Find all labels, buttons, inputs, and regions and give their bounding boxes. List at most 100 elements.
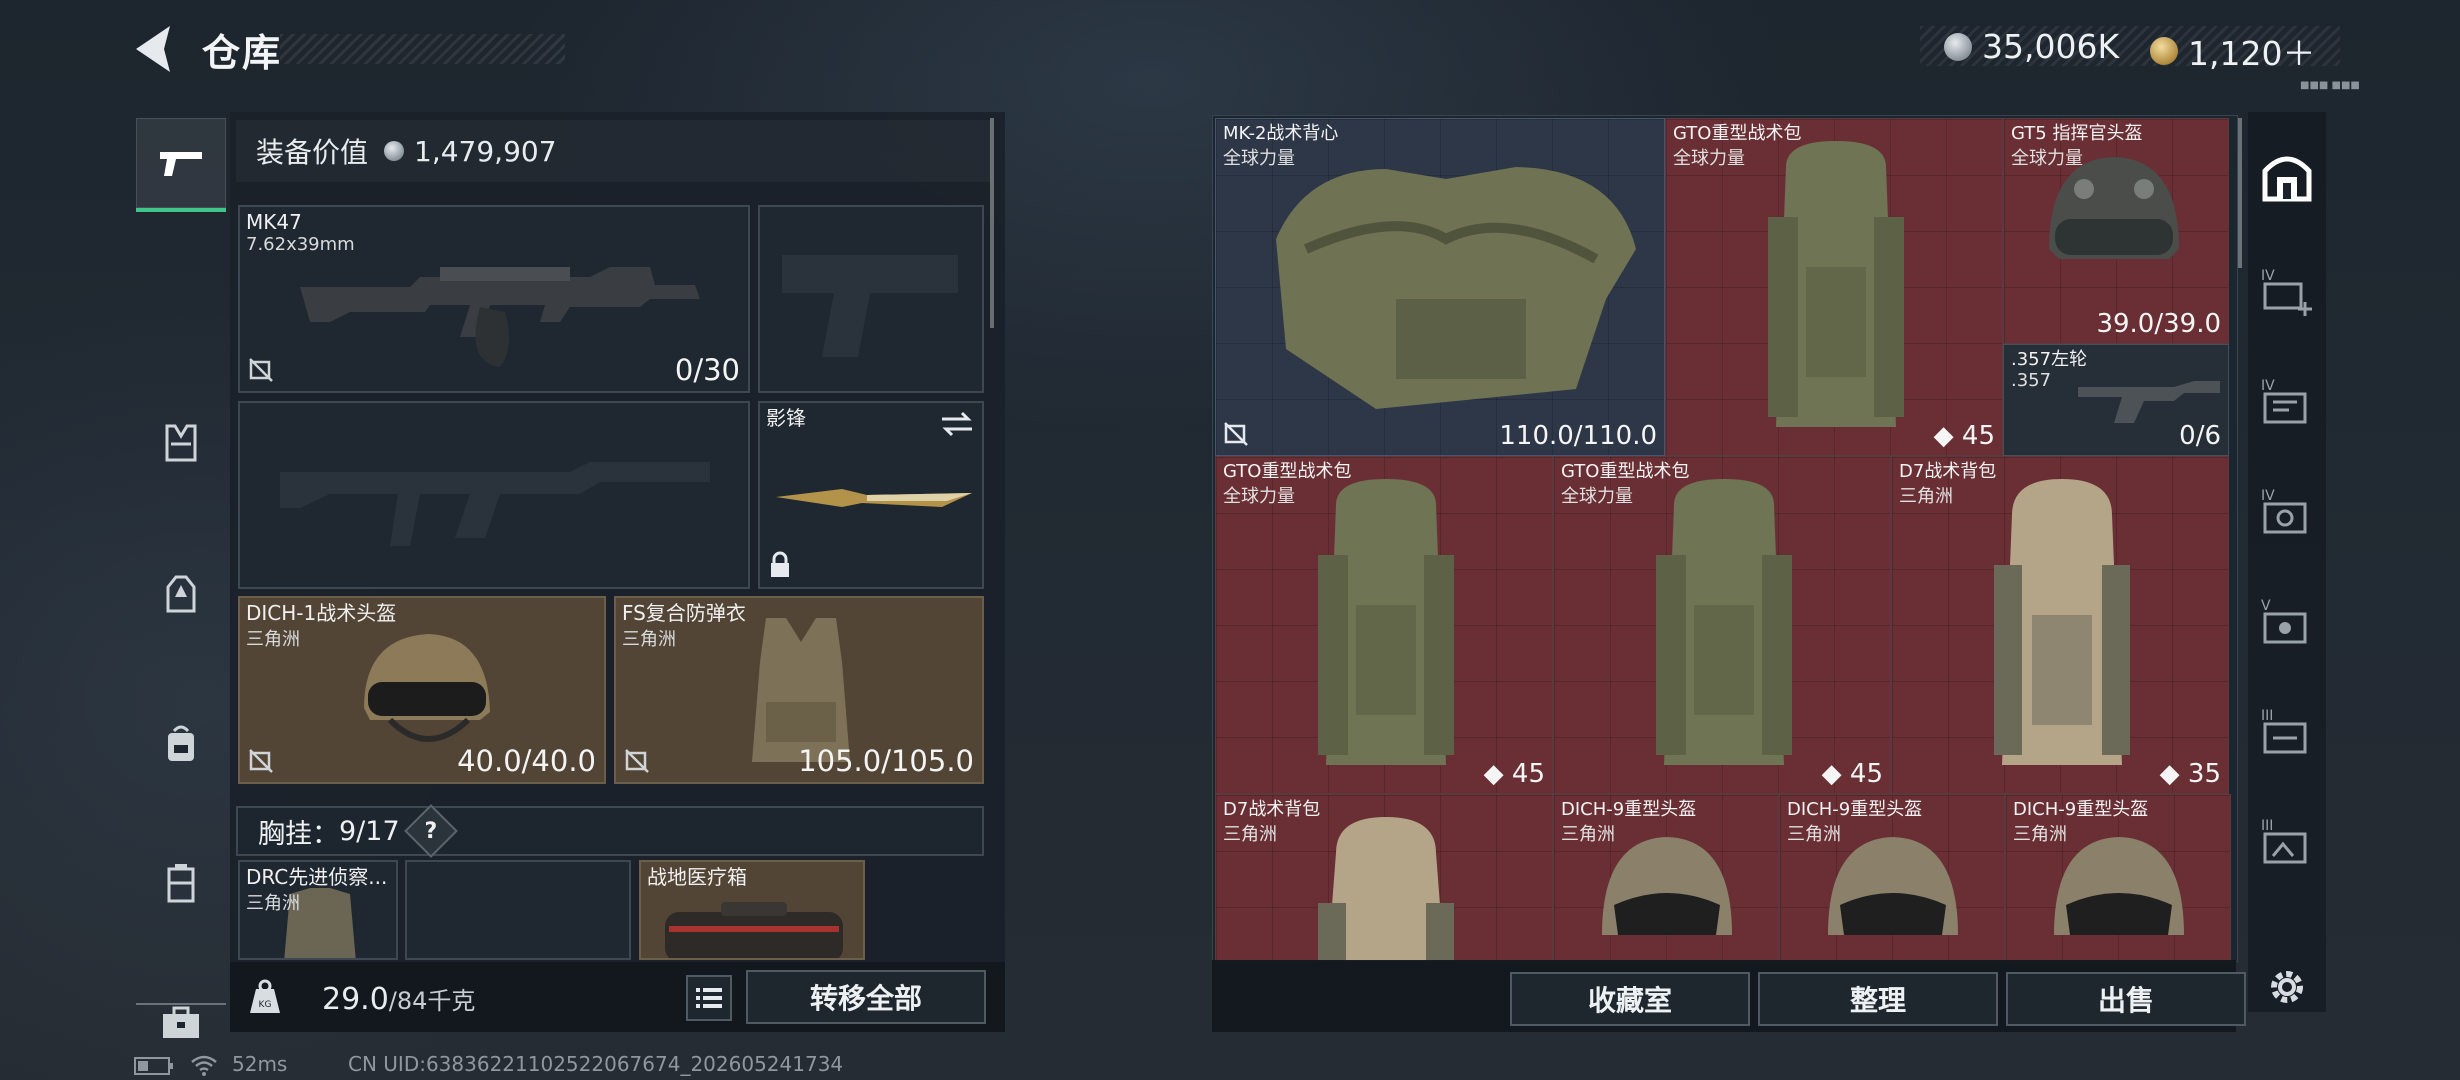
svg-text:III: III <box>2261 708 2273 724</box>
category-chest-rig[interactable] <box>136 838 226 928</box>
back-button[interactable] <box>130 22 176 76</box>
no-insure-icon <box>249 749 273 773</box>
weight-readout: 29.0/84千克 <box>322 981 475 1017</box>
helmet-image <box>2049 157 2179 259</box>
stash-item-source: 三角洲 <box>1787 824 1841 845</box>
max-weight: /84千克 <box>388 987 476 1015</box>
category-rail <box>136 108 226 1038</box>
stash-item-value: 0/6 <box>2179 421 2221 451</box>
category-armor[interactable] <box>136 548 226 638</box>
stash-tab-6[interactable]: III <box>2248 792 2326 892</box>
backpack-image <box>1318 479 1454 765</box>
stash-item-capacity: ◆ 45 <box>1933 421 1995 451</box>
stash-item-dich9-helmet[interactable]: DICH-9重型头盔 三角洲 <box>1779 794 2005 961</box>
stash-item-mk2-vest[interactable]: MK-2战术背心 全球力量 110.0/110.0 <box>1215 118 1665 456</box>
uid-readout: CN UID:6383622110252206767­4_20260524173… <box>348 1052 844 1076</box>
silver-coin-icon <box>1944 32 1972 61</box>
primary-weapon-slot[interactable]: MK47 7.62x39mm 0/30 <box>238 205 750 393</box>
stash-tab-4[interactable]: V <box>2248 572 2326 672</box>
pistol-silhouette-icon <box>782 255 958 357</box>
svg-text:KG: KG <box>259 1000 272 1010</box>
weapon-ammo: 0/30 <box>674 353 740 387</box>
stash-item-source: .357 <box>2011 370 2052 391</box>
list-icon <box>696 988 722 1008</box>
stash-item-name: .357左轮 <box>2011 349 2088 370</box>
secondary-weapon-slot[interactable] <box>238 401 750 589</box>
chest-rig-capacity: 9/17 <box>339 815 400 847</box>
stash-tab-3[interactable]: IV <box>2248 462 2326 562</box>
gold-coin-icon <box>2150 37 2178 65</box>
current-weight: 29.0 <box>322 982 389 1017</box>
stash-item-name: GTO重型战术包 <box>1561 461 1690 482</box>
stash-item-source: 三角洲 <box>1223 824 1277 845</box>
settings-button[interactable] <box>2248 937 2326 1037</box>
stash-item-gto-bag[interactable]: GTO重型战术包 全球力量 ◆ 45 <box>1665 118 2003 456</box>
stash-item-d7-bag[interactable]: D7战术背包 三角洲 <box>1215 794 1553 961</box>
corner-tag: ■■■ ■■■ <box>2300 80 2360 91</box>
stash-item-357-revolver[interactable]: .357左轮 .357 0/6 <box>2003 344 2229 456</box>
svg-text:III: III <box>2261 818 2273 834</box>
category-vest[interactable] <box>136 398 226 488</box>
stash-tab-iv-photo-icon: IV <box>2261 488 2307 534</box>
stash-item-name: DICH-9重型头盔 <box>2013 799 2149 820</box>
stash-item-source: 全球力量 <box>2011 148 2083 169</box>
stash-item-source: 三角洲 <box>1899 486 1953 507</box>
stash-item-gto-bag[interactable]: GTO重型战术包 全球力量 ◆ 45 <box>1553 456 1891 794</box>
rig-item-medkit[interactable]: 战地医疗箱 <box>639 860 865 960</box>
melee-name: 影锋 <box>766 406 806 430</box>
sell-button[interactable]: 出售 <box>2006 972 2246 1026</box>
backpack-image <box>1768 141 1904 427</box>
knife-image <box>776 489 972 507</box>
rig-item-name: DRC先进侦察... <box>246 865 388 889</box>
chest-rig-label: 胸挂： <box>258 818 339 850</box>
stash-scrollbar[interactable] <box>2238 118 2242 268</box>
rail-divider <box>136 1003 226 1005</box>
transfer-all-button[interactable]: 转移全部 <box>746 970 986 1024</box>
category-weapon[interactable] <box>136 118 226 212</box>
stash-item-d7-bag[interactable]: D7战术背包 三角洲 ◆ 35 <box>1891 456 2229 794</box>
stash-item-source: 全球力量 <box>1223 148 1295 169</box>
stash-item-name: DICH-9重型头盔 <box>1787 799 1923 820</box>
silver-currency[interactable]: 35,006K <box>1944 27 2119 66</box>
rig-item-scout[interactable]: DRC先进侦察... 三角洲 <box>238 860 398 960</box>
stash-item-name: GTO重型战术包 <box>1223 461 1352 482</box>
backpack-icon <box>168 725 194 761</box>
help-icon[interactable]: ? <box>403 804 458 858</box>
chest-rig-bar: 胸挂： 9/17 ? <box>236 804 984 858</box>
vest-image <box>1276 167 1636 409</box>
stash-item-gt5-helmet[interactable]: GT5 指挥官头盔 全球力量 39.0/39.0 <box>2003 118 2229 344</box>
list-view-button[interactable] <box>686 975 732 1021</box>
stash-item-name: GT5 指挥官头盔 <box>2011 123 2143 144</box>
gold-currency[interactable]: 1,120＋ <box>2150 27 2315 75</box>
sort-button[interactable]: 整理 <box>1758 972 1998 1026</box>
rig-item-empty[interactable] <box>405 860 631 960</box>
weapon-name: MK47 <box>246 210 302 234</box>
armor-slot[interactable]: FS复合防弹衣 三角洲 105.0/105.0 <box>614 596 984 784</box>
wifi-icon <box>191 1055 217 1076</box>
helmet-name: DICH-1战术头盔 <box>246 601 397 625</box>
stash-tab-2[interactable]: IV <box>2248 352 2326 452</box>
category-backpack[interactable] <box>136 698 226 788</box>
stash-item-value: 110.0/110.0 <box>1499 421 1657 451</box>
stash-item-gto-bag[interactable]: GTO重型战术包 全球力量 ◆ 45 <box>1215 456 1553 794</box>
stash-tab-1[interactable]: IV <box>2248 242 2326 342</box>
equipment-value: 1,479,907 <box>414 134 557 168</box>
safe-house-tab[interactable] <box>2248 128 2326 228</box>
helmet-source: 三角洲 <box>246 629 300 650</box>
svg-text:IV: IV <box>2261 488 2275 504</box>
armor-name: FS复合防弹衣 <box>622 601 746 625</box>
stash-item-dich9-helmet[interactable]: DICH-9重型头盔 三角洲 <box>1553 794 1779 961</box>
no-insure-icon <box>625 749 649 773</box>
stash-item-dich9-helmet[interactable]: DICH-9重型头盔 三角洲 <box>2005 794 2231 961</box>
stash-item-name: D7战术背包 <box>1223 799 1321 820</box>
stash-tab-iii-photo-icon: III <box>2261 818 2307 864</box>
back-arrow-icon <box>136 26 170 72</box>
sidearm-slot[interactable] <box>758 205 984 393</box>
stash-item-capacity: ◆ 45 <box>1821 759 1883 789</box>
helmet-slot[interactable]: DICH-1战术头盔 三角洲 40.0/40.0 <box>238 596 606 784</box>
swap-icon[interactable] <box>940 411 974 437</box>
stash-tab-v-icon: V <box>2261 598 2307 644</box>
stash-tab-5[interactable]: III <box>2248 682 2326 782</box>
melee-slot[interactable]: 影锋 <box>758 401 984 589</box>
collection-room-button[interactable]: 收藏室 <box>1510 972 1750 1026</box>
